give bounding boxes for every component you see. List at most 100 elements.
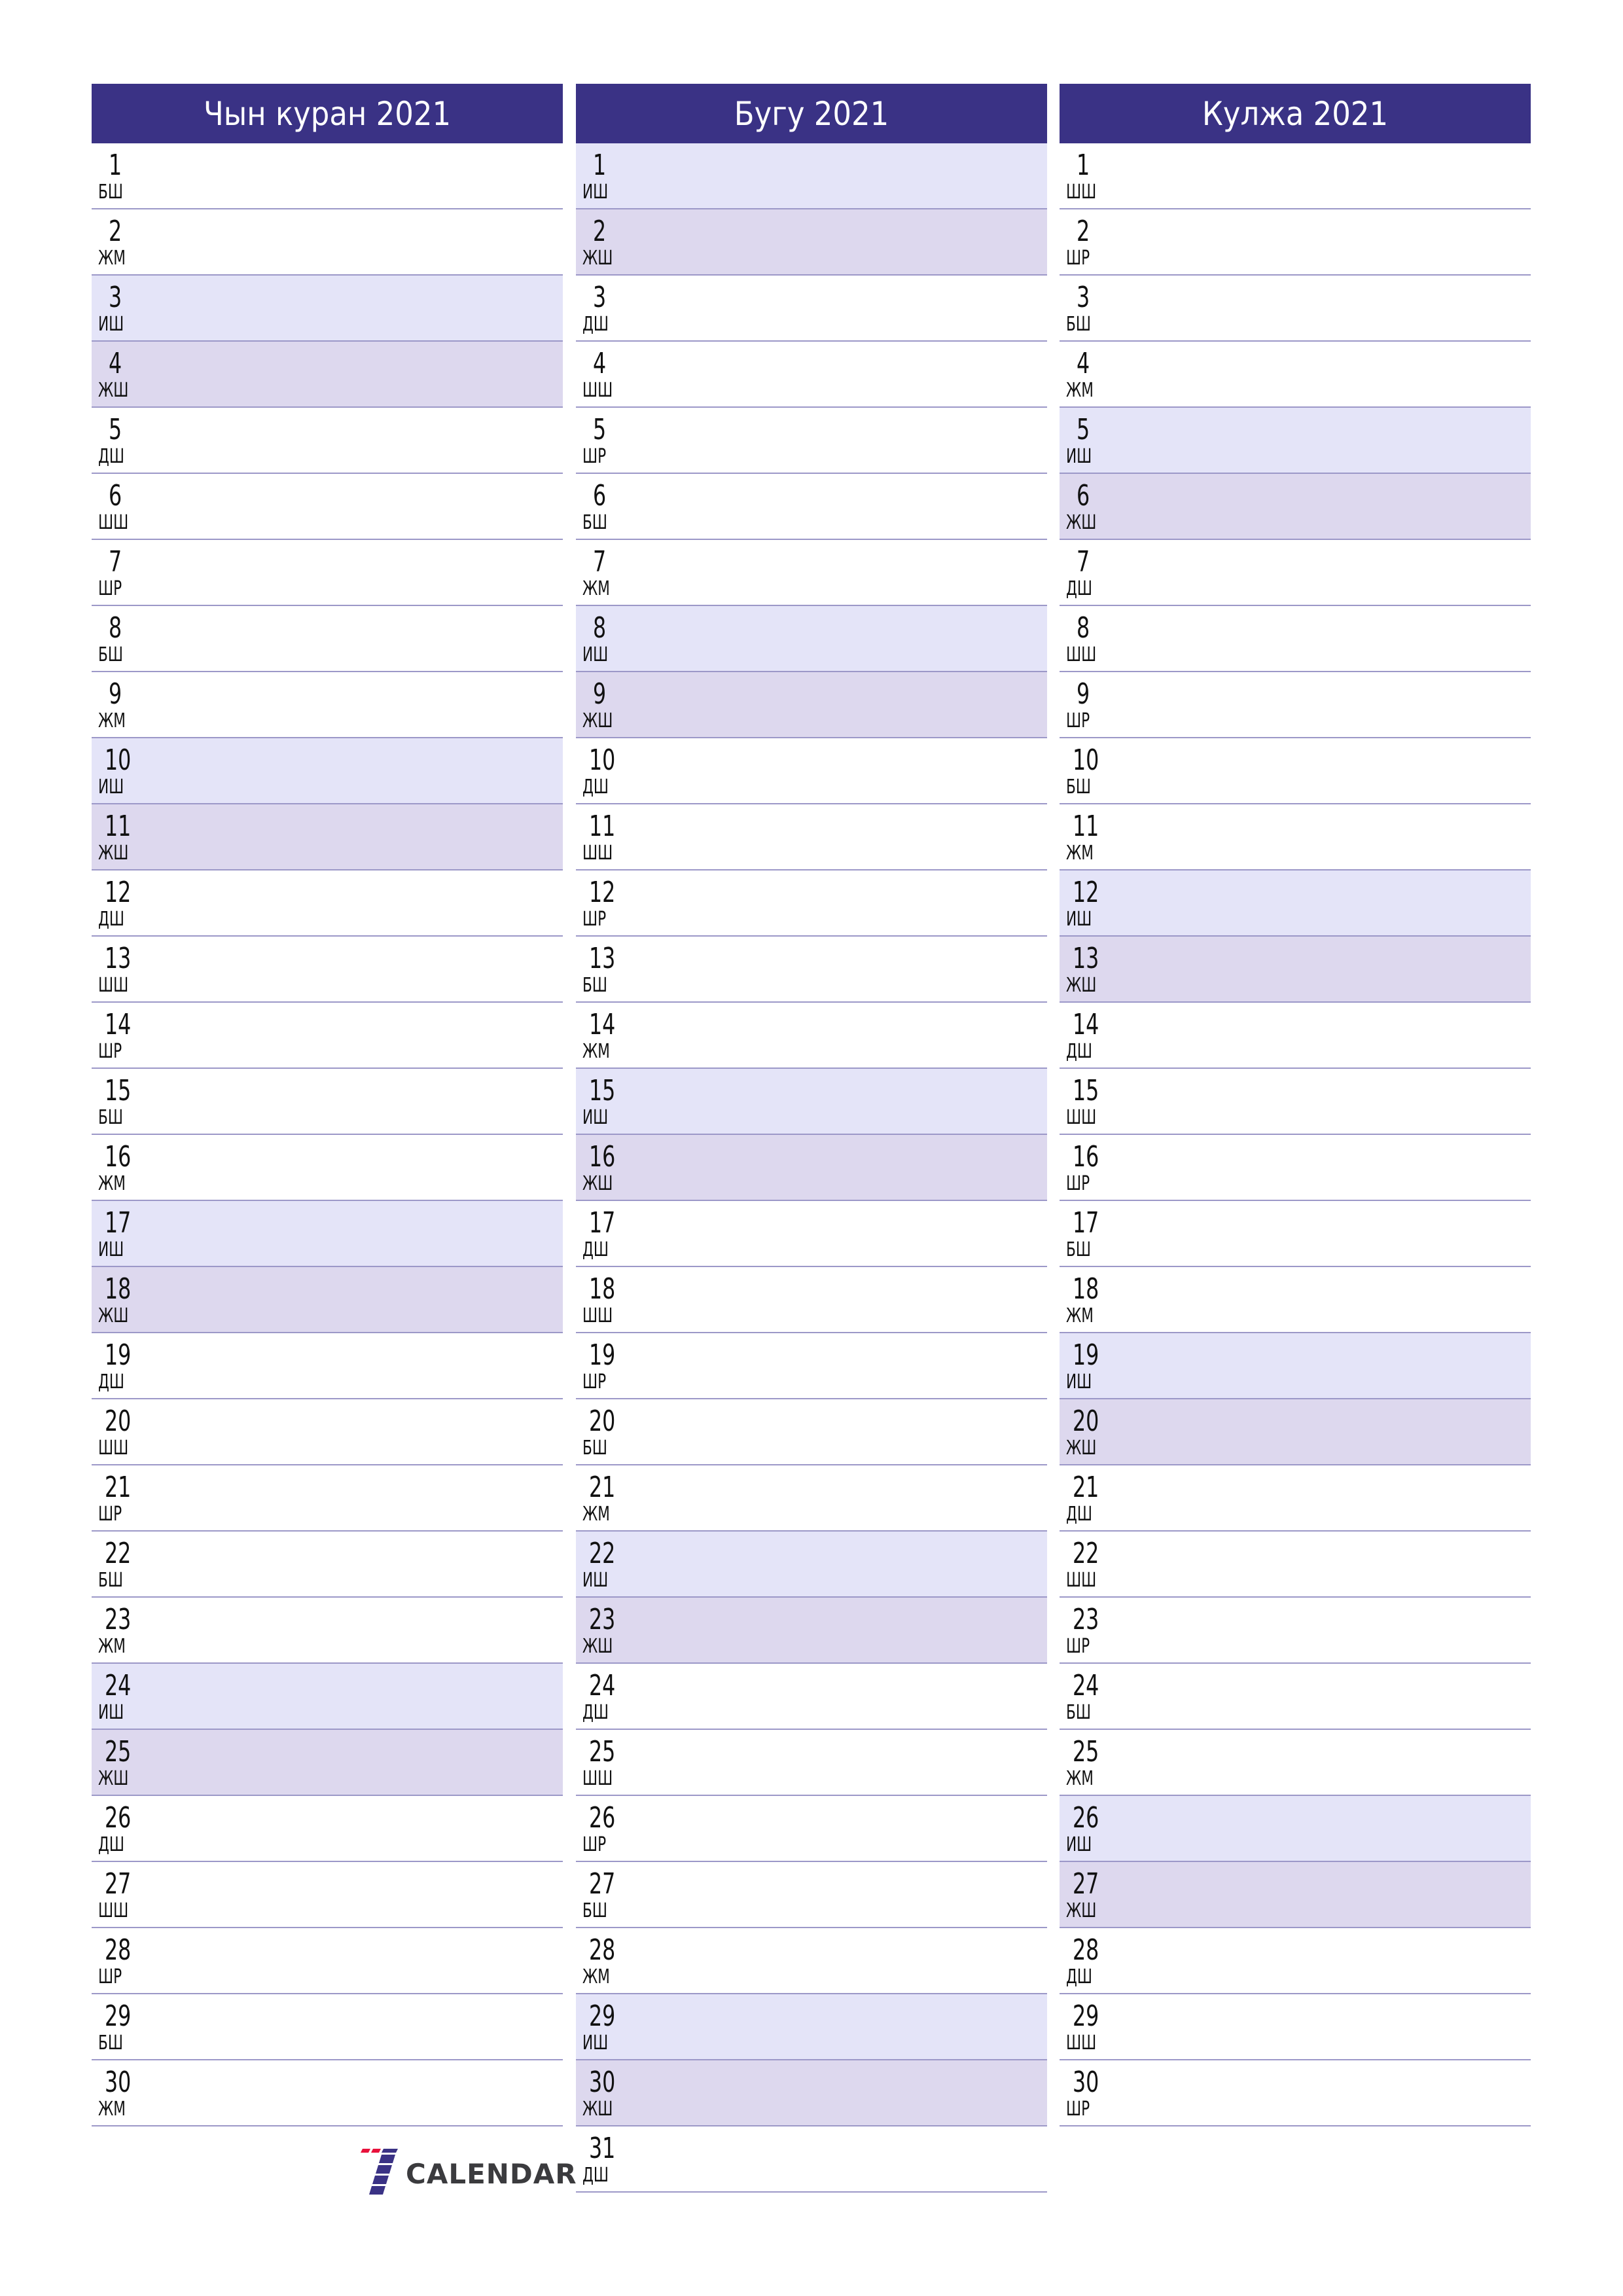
weekday-label: ДШ — [1066, 1040, 1092, 1063]
seven-logo-icon — [361, 2149, 398, 2195]
day-number: 24 — [105, 1669, 132, 1702]
weekday-label: ЖМ — [98, 1635, 126, 1658]
weekday-label: ЖМ — [98, 709, 126, 732]
brand-name: CALENDAR — [406, 2157, 577, 2190]
day-row: 2 ЖШ — [576, 209, 1047, 276]
day-number: 8 — [1077, 611, 1090, 645]
day-row: 24 БШ — [1060, 1664, 1531, 1730]
day-row: 16 ШР — [1060, 1135, 1531, 1201]
weekday-label: БШ — [98, 1569, 123, 1592]
day-number: 3 — [593, 281, 607, 314]
day-number: 8 — [593, 611, 607, 645]
day-number: 24 — [1073, 1669, 1099, 1702]
weekday-label: БШ — [98, 181, 123, 204]
month-column: Бугу 2021 1 ИШ 2 ЖШ 3 ДШ 4 ШШ 5 ШР 6 БШ 7 ЖМ 8 ИШ 9 ЖШ 10 Д… — [576, 84, 1047, 2193]
day-number: 28 — [589, 1933, 616, 1967]
day-row: 21 ДШ — [1060, 1465, 1531, 1532]
day-row: 31 ДШ — [576, 2126, 1047, 2193]
day-number: 17 — [105, 1206, 132, 1240]
day-row: 30 ЖМ — [92, 2060, 563, 2126]
day-number: 22 — [589, 1537, 616, 1570]
weekday-label: ШР — [582, 1833, 607, 1856]
weekday-label: ИШ — [98, 313, 124, 336]
day-number: 30 — [105, 2066, 132, 2099]
day-row: 7 ШР — [92, 540, 563, 606]
day-row: 17 ДШ — [576, 1201, 1047, 1267]
weekday-label: ЖМ — [1066, 1304, 1094, 1327]
weekday-label: ЖМ — [582, 577, 610, 600]
weekday-label: ДШ — [98, 1833, 124, 1856]
brand-logo: CALENDAR — [360, 2149, 577, 2198]
day-row: 23 ЖШ — [576, 1598, 1047, 1664]
day-row: 30 ШР — [1060, 2060, 1531, 2126]
weekday-label: ИШ — [1066, 445, 1092, 468]
day-row: 22 ШШ — [1060, 1532, 1531, 1598]
day-row: 19 ИШ — [1060, 1333, 1531, 1399]
weekday-label: ЖШ — [98, 1304, 129, 1327]
day-row: 1 ШШ — [1060, 143, 1531, 209]
weekday-label: ИШ — [98, 776, 124, 798]
day-number: 2 — [593, 215, 607, 248]
day-row: 22 ИШ — [576, 1532, 1047, 1598]
day-row: 21 ЖМ — [576, 1465, 1047, 1532]
day-row: 19 ДШ — [92, 1333, 563, 1399]
day-number: 13 — [105, 942, 132, 975]
day-number: 23 — [1073, 1603, 1099, 1636]
day-row: 11 ЖШ — [92, 804, 563, 870]
day-row: 17 ИШ — [92, 1201, 563, 1267]
day-row: 20 ШШ — [92, 1399, 563, 1465]
day-number: 19 — [105, 1338, 132, 1372]
day-row: 25 ЖМ — [1060, 1730, 1531, 1796]
weekday-label: ЖМ — [98, 1172, 126, 1195]
day-row: 5 ДШ — [92, 408, 563, 474]
weekday-label: ЖМ — [98, 247, 126, 270]
weekday-label: ШШ — [98, 1899, 129, 1922]
day-list: 1 ИШ 2 ЖШ 3 ДШ 4 ШШ 5 ШР 6 БШ 7 ЖМ 8 ИШ 9 ЖШ 10 ДШ 11 ШШ 12 ШР 1… — [576, 143, 1047, 2193]
day-row: 22 БШ — [92, 1532, 563, 1598]
weekday-label: ШШ — [582, 842, 613, 865]
day-number: 15 — [589, 1074, 616, 1107]
day-row: 26 ИШ — [1060, 1796, 1531, 1862]
day-number: 30 — [589, 2066, 616, 2099]
weekday-label: БШ — [582, 974, 607, 997]
weekday-label: ДШ — [1066, 1965, 1092, 1988]
day-row: 8 ИШ — [576, 606, 1047, 672]
day-number: 3 — [1077, 281, 1090, 314]
weekday-label: ШР — [98, 577, 122, 600]
day-row: 1 БШ — [92, 143, 563, 209]
day-number: 13 — [589, 942, 616, 975]
day-number: 4 — [593, 347, 607, 380]
day-row: 13 БШ — [576, 937, 1047, 1003]
day-number: 9 — [109, 677, 122, 711]
weekday-label: ИШ — [98, 1701, 124, 1724]
day-row: 9 ЖШ — [576, 672, 1047, 738]
day-number: 10 — [589, 744, 616, 777]
weekday-label: ШШ — [98, 511, 129, 534]
weekday-label: ЖШ — [582, 1635, 613, 1658]
day-row: 29 ШШ — [1060, 1994, 1531, 2060]
day-number: 27 — [105, 1867, 132, 1901]
weekday-label: ШШ — [582, 379, 613, 402]
day-row: 23 ЖМ — [92, 1598, 563, 1664]
weekday-label: ДШ — [1066, 1503, 1092, 1526]
day-row: 11 ШШ — [576, 804, 1047, 870]
day-row: 26 ШР — [576, 1796, 1047, 1862]
day-row: 24 ИШ — [92, 1664, 563, 1730]
day-row: 14 ЖМ — [576, 1003, 1047, 1069]
day-row: 28 ШР — [92, 1928, 563, 1994]
day-row: 18 ЖШ — [92, 1267, 563, 1333]
weekday-label: ШР — [1066, 1172, 1090, 1195]
day-row: 25 ШШ — [576, 1730, 1047, 1796]
weekday-label: ДШ — [98, 908, 124, 931]
weekday-label: ИШ — [582, 181, 609, 204]
day-row: 19 ШР — [576, 1333, 1047, 1399]
weekday-label: ИШ — [582, 1106, 609, 1129]
day-number: 16 — [589, 1140, 616, 1174]
day-number: 17 — [1073, 1206, 1099, 1240]
day-row: 27 БШ — [576, 1862, 1047, 1928]
weekday-label: ШР — [582, 1371, 607, 1393]
day-row: 29 ИШ — [576, 1994, 1047, 2060]
weekday-label: ЖШ — [582, 709, 613, 732]
weekday-label: ЖМ — [582, 1040, 610, 1063]
day-number: 18 — [1073, 1272, 1099, 1306]
